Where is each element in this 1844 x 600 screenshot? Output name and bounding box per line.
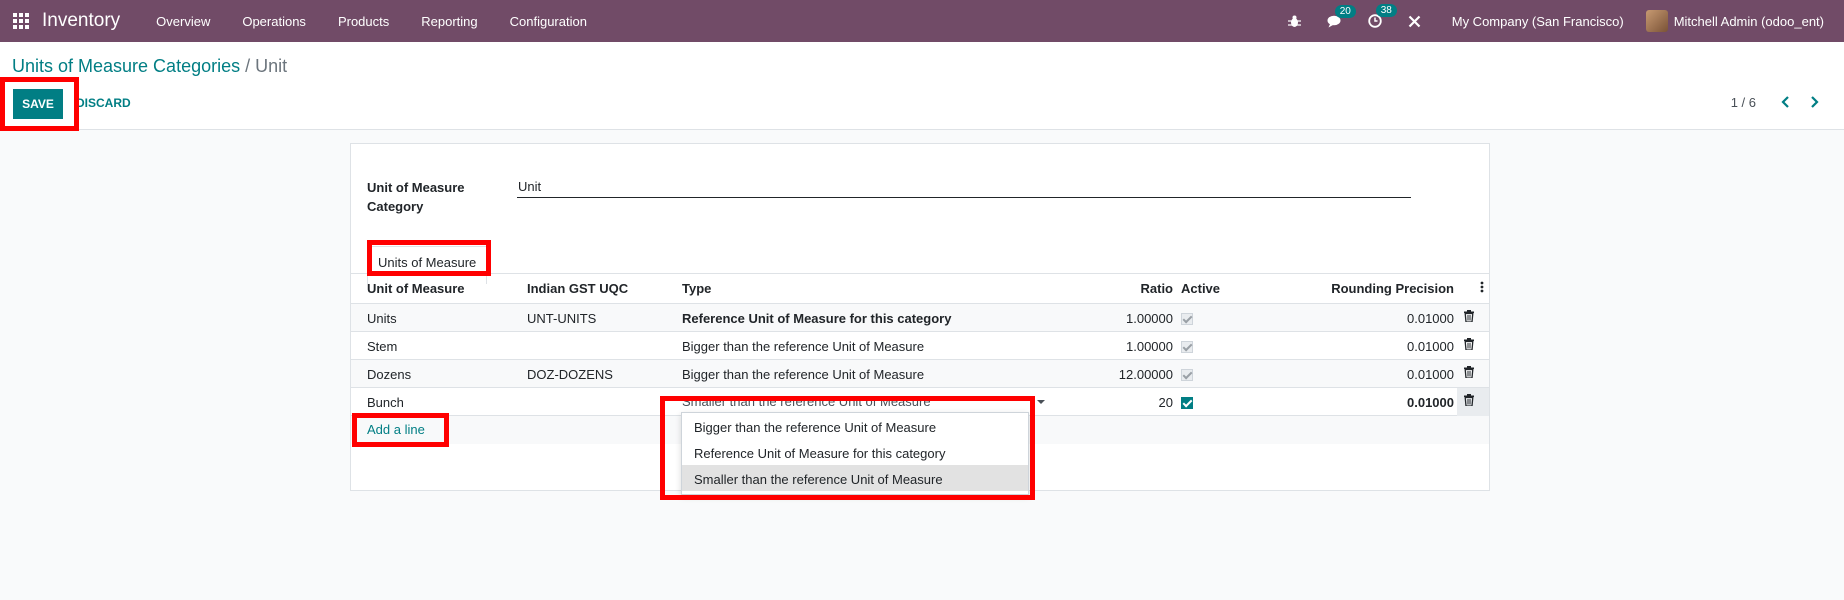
cell-ratio: 12.00000: [1118, 367, 1173, 382]
category-label: Unit of Measure Category: [367, 180, 465, 214]
category-name-input[interactable]: Unit: [517, 179, 1411, 198]
highlight-add-line: [352, 413, 449, 447]
breadcrumb-parent[interactable]: Units of Measure Categories: [12, 56, 240, 76]
messages-chat-icon[interactable]: 20: [1327, 4, 1356, 28]
breadcrumb-current: Unit: [255, 56, 288, 76]
cell-rounding: 0.01000: [1407, 367, 1454, 382]
menu-configuration[interactable]: Configuration: [510, 14, 587, 29]
trash-icon[interactable]: [1464, 338, 1474, 353]
uom-name-input[interactable]: Bunch: [367, 395, 404, 410]
menu-products[interactable]: Products: [338, 14, 389, 29]
trash-icon[interactable]: [1464, 366, 1474, 381]
breadcrumb-separator: /: [245, 56, 251, 76]
chevron-left-icon[interactable]: [1778, 94, 1794, 110]
active-checkbox: [1181, 367, 1193, 382]
messages-badge: 20: [1334, 4, 1356, 18]
apps-menu-icon[interactable]: [13, 13, 29, 29]
control-panel: Units of Measure Categories / Unit SAVE …: [0, 42, 1844, 130]
user-menu[interactable]: Mitchell Admin (odoo_ent): [1645, 10, 1824, 32]
trash-icon[interactable]: [1464, 310, 1474, 325]
discard-button[interactable]: DISCARD: [76, 96, 131, 110]
avatar: [1645, 10, 1668, 32]
optional-columns-icon[interactable]: [1480, 281, 1484, 296]
company-switcher[interactable]: My Company (San Francisco): [1452, 14, 1624, 29]
highlight-tab: [367, 240, 491, 276]
menu-overview[interactable]: Overview: [156, 14, 210, 29]
cell-rounding: 0.01000: [1407, 339, 1454, 354]
cell-uom: Dozens: [367, 367, 412, 382]
cell-uom: Stem: [367, 339, 398, 354]
menu-reporting[interactable]: Reporting: [421, 14, 477, 29]
breadcrumb: Units of Measure Categories / Unit: [12, 56, 287, 77]
cell-gst: DOZ-DOZENS: [527, 367, 613, 382]
table-row[interactable]: Units UNT-UNITS Reference Unit of Measur…: [351, 304, 1489, 332]
trash-icon[interactable]: [1464, 394, 1474, 409]
cell-type: Reference Unit of Measure for this categ…: [682, 311, 952, 326]
active-checkbox: [1181, 311, 1193, 326]
header-rounding[interactable]: Rounding Precision: [1331, 281, 1454, 296]
chevron-down-icon[interactable]: [1037, 400, 1045, 404]
top-navbar: Inventory Overview Operations Products R…: [0, 0, 1844, 42]
highlight-dropdown: [660, 396, 1035, 500]
cell-uom: Units: [367, 311, 397, 326]
cell-ratio: 1.00000: [1126, 311, 1173, 326]
table-row[interactable]: Dozens DOZ-DOZENS Bigger than the refere…: [351, 360, 1489, 388]
cell-type: Bigger than the reference Unit of Measur…: [682, 367, 925, 382]
cell-type: Bigger than the reference Unit of Measur…: [682, 339, 925, 354]
cell-gst: UNT-UNITS: [527, 311, 597, 326]
cell-rounding: 0.01000: [1407, 311, 1454, 326]
user-name: Mitchell Admin (odoo_ent): [1673, 13, 1824, 29]
header-active[interactable]: Active: [1181, 281, 1220, 296]
ratio-input[interactable]: 20: [1159, 395, 1173, 410]
active-checkbox[interactable]: [1181, 395, 1193, 410]
active-checkbox: [1181, 339, 1193, 354]
app-name[interactable]: Inventory: [42, 10, 120, 32]
table-header: Unit of Measure Indian GST UQC Type Rati…: [351, 274, 1489, 304]
debug-bug-icon[interactable]: [1287, 15, 1301, 28]
pager-value[interactable]: 1 / 6: [1731, 95, 1756, 110]
header-gst[interactable]: Indian GST UQC: [527, 281, 628, 296]
highlight-save: [0, 77, 79, 131]
cell-ratio: 1.00000: [1126, 339, 1173, 354]
rounding-input[interactable]: 0.01000: [1407, 395, 1454, 410]
table-row[interactable]: Stem Bigger than the reference Unit of M…: [351, 332, 1489, 360]
activities-badge: 38: [1375, 4, 1397, 17]
header-uom[interactable]: Unit of Measure: [367, 281, 465, 296]
activities-clock-icon[interactable]: 38: [1368, 4, 1397, 28]
tools-cross-icon[interactable]: [1408, 15, 1421, 28]
header-type[interactable]: Type: [682, 281, 711, 296]
menu-operations[interactable]: Operations: [242, 14, 306, 29]
header-ratio[interactable]: Ratio: [1141, 281, 1174, 296]
chevron-right-icon[interactable]: [1806, 94, 1822, 110]
